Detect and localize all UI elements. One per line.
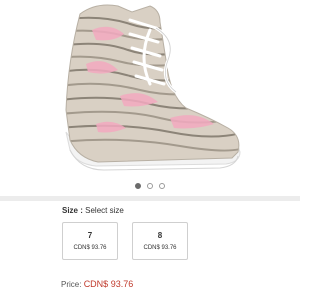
carousel-dots xyxy=(0,181,300,191)
carousel-dot[interactable] xyxy=(135,183,141,189)
size-option-7[interactable]: 7 CDN$ 93.76 xyxy=(62,222,118,260)
price-row: Price: CDN$ 93.76 xyxy=(61,279,133,289)
product-image[interactable] xyxy=(0,0,300,178)
size-selector-heading: Size : Select size xyxy=(62,206,124,215)
carousel-dot[interactable] xyxy=(147,183,153,189)
size-option-size: 8 xyxy=(157,231,163,240)
product-image-area[interactable] xyxy=(0,0,300,178)
boot-upper xyxy=(66,5,239,162)
carousel-dot[interactable] xyxy=(159,183,165,189)
price-label: Price: xyxy=(61,280,82,289)
size-label: Size : xyxy=(62,206,83,215)
size-option-price: CDN$ 93.76 xyxy=(73,245,107,251)
size-option-size: 7 xyxy=(87,231,93,240)
size-options: 7 CDN$ 93.76 8 CDN$ 93.76 xyxy=(62,222,188,260)
section-divider xyxy=(0,196,300,201)
size-value: Select size xyxy=(85,206,124,215)
price-value: CDN$ 93.76 xyxy=(83,279,134,289)
size-option-price: CDN$ 93.76 xyxy=(143,245,177,251)
size-option-8[interactable]: 8 CDN$ 93.76 xyxy=(132,222,188,260)
